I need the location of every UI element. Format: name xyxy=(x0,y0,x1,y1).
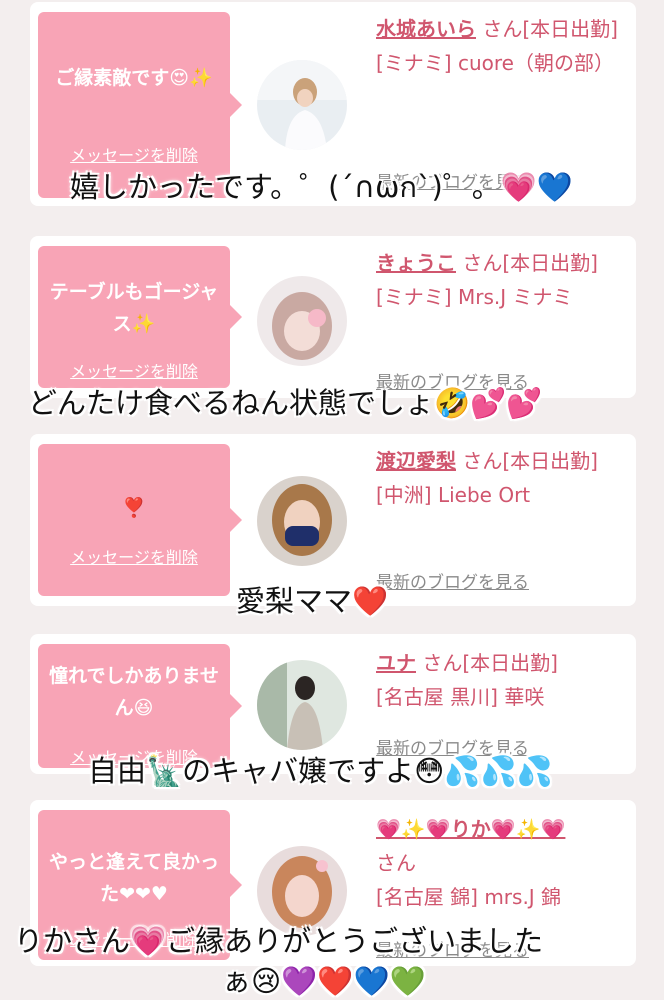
caption-overlay: どんたけ食べるねん状態でしょ🤣💕💕 xyxy=(28,386,543,420)
cast-info: 💗✨💗りか💗✨💗 さん [名古屋 錦] mrs.J 錦 xyxy=(376,812,626,914)
shop-label: [中洲] Liebe Ort xyxy=(376,483,531,507)
honorific-status: さん[本日出勤] xyxy=(422,651,558,675)
cast-info: ユナ さん[本日出勤] [名古屋 黒川] 華咲 xyxy=(376,646,626,714)
caption-overlay: ぁ😢💜❤️💙💚 xyxy=(222,964,426,998)
caption-overlay: 自由🗽のキャバ嬢ですよ😳💦💦💦 xyxy=(88,754,553,788)
delete-message-link[interactable]: メッセージを削除 xyxy=(38,544,230,568)
avatar[interactable] xyxy=(257,60,347,150)
cast-info: 渡辺愛梨 さん[本日出勤] [中洲] Liebe Ort xyxy=(376,444,626,512)
delete-message-link[interactable]: メッセージを削除 xyxy=(38,142,230,166)
message-bubble: テーブルもゴージャス✨ メッセージを削除 xyxy=(38,246,242,388)
cast-info: 水城あいら さん[本日出勤] [ミナミ] cuore（朝の部） xyxy=(376,12,626,80)
honorific-status: さん[本日出勤] xyxy=(462,449,598,473)
message-text: ご縁素敵です😍✨ xyxy=(55,67,213,89)
honorific-status: さん[本日出勤] xyxy=(462,251,598,275)
message-text: ❣️ xyxy=(122,497,146,519)
caption-overlay: 嬉しかったです。゜(´∩ωก`)゜。💗💙 xyxy=(70,170,574,204)
message-text: 憧れでしかありません😆 xyxy=(49,665,219,719)
message-card: テーブルもゴージャス✨ メッセージを削除 きょうこ さん[本日出勤] [ミナミ]… xyxy=(30,236,636,398)
message-bubble: ❣️ メッセージを削除 xyxy=(38,444,242,596)
cast-info: きょうこ さん[本日出勤] [ミナミ] Mrs.J ミナミ xyxy=(376,246,626,314)
shop-label: [ミナミ] cuore（朝の部） xyxy=(376,51,614,75)
honorific-status: さん[本日出勤] xyxy=(482,17,618,41)
avatar[interactable] xyxy=(257,660,347,750)
cast-name-link[interactable]: 💗✨💗りか💗✨💗 xyxy=(376,817,565,841)
cast-name-link[interactable]: きょうこ xyxy=(376,251,456,275)
avatar[interactable] xyxy=(257,476,347,566)
message-feed: ご縁素敵です😍✨ メッセージを削除 水城あいら さん[本日出勤] [ミナミ] c… xyxy=(0,0,664,1000)
cast-name-link[interactable]: 水城あいら xyxy=(376,17,476,41)
delete-message-link[interactable]: メッセージを削除 xyxy=(38,358,230,382)
shop-label: [ミナミ] Mrs.J ミナミ xyxy=(376,285,573,309)
shop-label: [名古屋 黒川] 華咲 xyxy=(376,685,545,709)
message-text: やっと逢えて良かった❤❤♥ xyxy=(48,851,220,905)
cast-name-link[interactable]: 渡辺愛梨 xyxy=(376,449,456,473)
avatar[interactable] xyxy=(257,276,347,366)
caption-overlay: 愛梨ママ❤️ xyxy=(236,584,389,618)
caption-overlay: りかさん💗ご縁ありがとうございました xyxy=(14,924,544,958)
latest-blog-link[interactable]: 最新のブログを見る xyxy=(376,568,529,593)
honorific-status: さん xyxy=(376,851,416,875)
message-text: テーブルもゴージャス✨ xyxy=(49,281,219,335)
cast-name-link[interactable]: ユナ xyxy=(376,651,416,675)
shop-label: [名古屋 錦] mrs.J 錦 xyxy=(376,885,562,909)
